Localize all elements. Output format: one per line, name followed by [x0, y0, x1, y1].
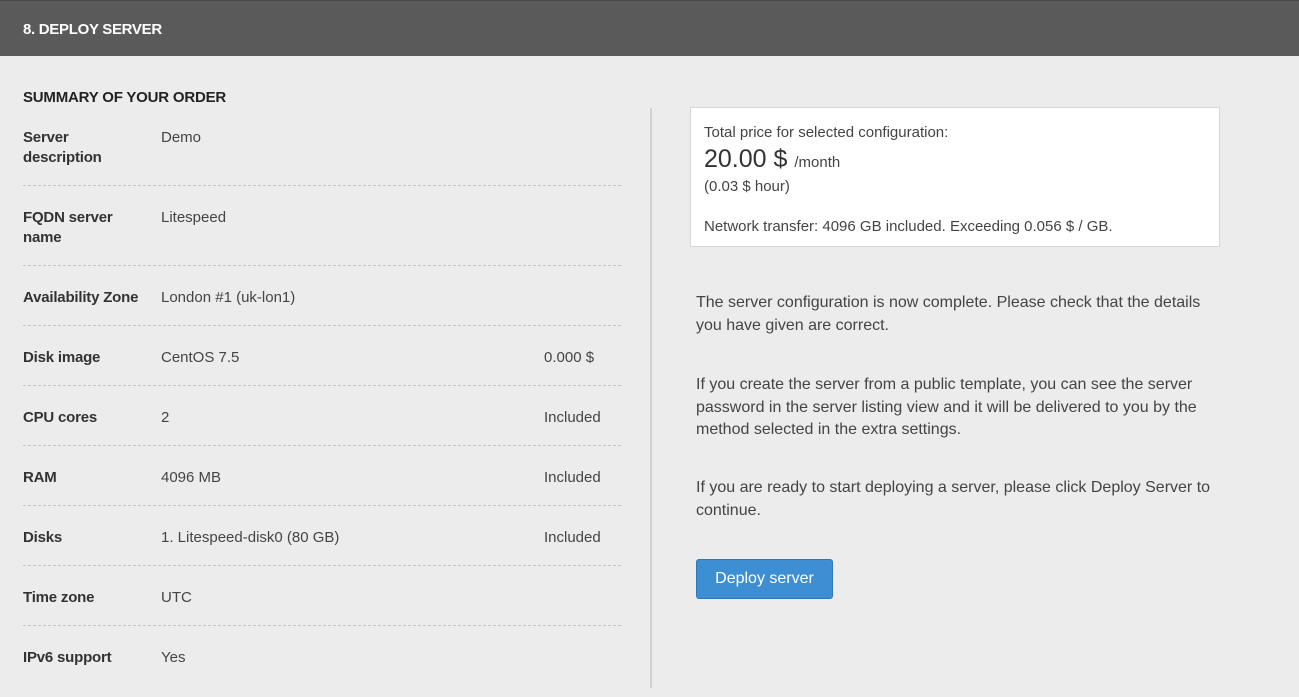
- section-title: 8. DEPLOY SERVER: [23, 21, 162, 38]
- column-divider: [650, 108, 652, 688]
- summary-row-value: 2: [161, 409, 170, 426]
- info-paragraph-password: If you create the server from a public t…: [696, 376, 1197, 438]
- summary-row-time-zone: Time zone UTC: [23, 566, 621, 626]
- summary-row-fqdn: FQDN server name Litespeed: [23, 186, 621, 266]
- summary-row-price: Included: [544, 529, 601, 546]
- summary-row-value: CentOS 7.5: [161, 349, 240, 366]
- summary-row-label: Availability Zone: [23, 289, 139, 306]
- summary-row-price: Included: [544, 409, 601, 426]
- price-hourly: (0.03 $ hour): [704, 178, 790, 195]
- summary-row-disks: Disks 1. Litespeed-disk0 (80 GB) Include…: [23, 506, 621, 566]
- summary-row-ram: RAM 4096 MB Included: [23, 446, 621, 506]
- order-summary-table: Server description Demo FQDN server name…: [23, 118, 621, 686]
- price-summary-box: Total price for selected configuration: …: [690, 107, 1220, 247]
- summary-row-value: Demo: [161, 129, 202, 146]
- summary-row-availability-zone: Availability Zone London #1 (uk-lon1): [23, 266, 621, 326]
- summary-row-value: 1. Litespeed-disk0 (80 GB): [161, 529, 340, 546]
- summary-row-label: Disks: [23, 529, 63, 546]
- summary-row-value: London #1 (uk-lon1): [161, 289, 296, 306]
- summary-row-label: Time zone: [23, 589, 95, 606]
- summary-row-label: RAM: [23, 469, 57, 486]
- summary-row-label: CPU cores: [23, 409, 98, 426]
- info-paragraph-complete: The server configuration is now complete…: [696, 294, 1201, 334]
- summary-row-server-description: Server description Demo: [23, 118, 621, 186]
- summary-row-value: Yes: [161, 649, 186, 666]
- network-transfer-note: Network transfer: 4096 GB included. Exce…: [704, 218, 1113, 235]
- summary-row-price: Included: [544, 469, 601, 486]
- summary-row-ipv6-support: IPv6 support Yes: [23, 626, 621, 686]
- summary-row-value: 4096 MB: [161, 469, 222, 486]
- summary-heading: SUMMARY OF YOUR ORDER: [23, 89, 227, 106]
- deploy-server-button[interactable]: Deploy server: [696, 559, 833, 599]
- summary-row-value: UTC: [161, 589, 192, 606]
- summary-row-price: 0.000 $: [544, 349, 595, 366]
- summary-row-label: Server description: [23, 129, 102, 166]
- price-amount: 20.00 $ /month: [704, 145, 840, 174]
- summary-row-disk-image: Disk image CentOS 7.5 0.000 $: [23, 326, 621, 386]
- price-label: Total price for selected configuration:: [704, 124, 949, 141]
- price-amount-value: 20.00 $: [704, 145, 788, 173]
- section-header: 8. DEPLOY SERVER: [0, 0, 1299, 56]
- summary-row-cpu-cores: CPU cores 2 Included: [23, 386, 621, 446]
- info-paragraph-deploy: If you are ready to start deploying a se…: [696, 479, 1211, 519]
- summary-row-label: Disk image: [23, 349, 101, 366]
- price-period: /month: [794, 154, 841, 171]
- summary-row-label: FQDN server name: [23, 209, 113, 246]
- summary-row-label: IPv6 support: [23, 649, 112, 666]
- summary-row-value: Litespeed: [161, 209, 227, 226]
